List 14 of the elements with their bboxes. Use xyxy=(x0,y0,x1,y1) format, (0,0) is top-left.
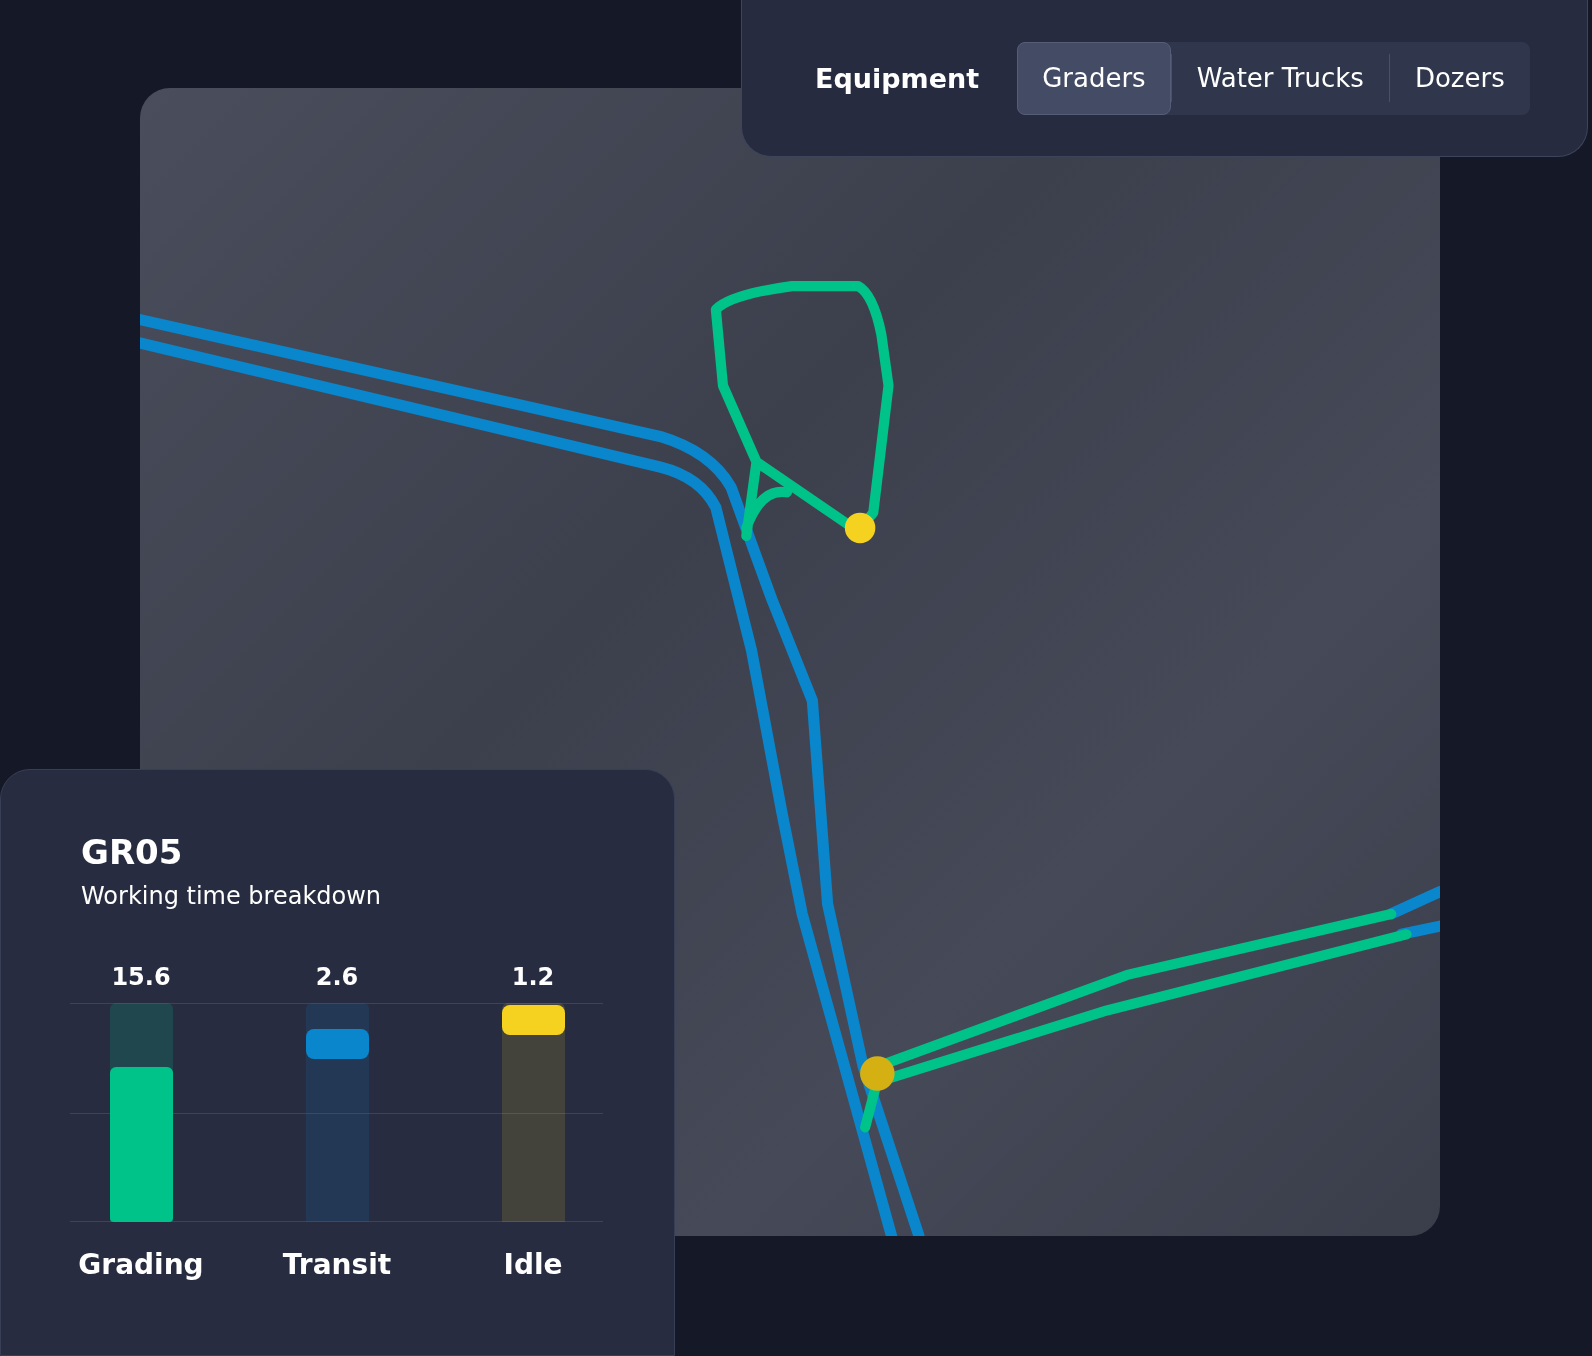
bar-label: Grading xyxy=(78,1248,204,1281)
location-marker xyxy=(860,1056,895,1091)
location-marker xyxy=(844,512,876,544)
equipment-label: Equipment xyxy=(815,62,980,94)
equipment-tab[interactable]: Graders xyxy=(1017,41,1171,115)
bar-value: 15.6 xyxy=(111,962,171,993)
card-subtitle: Working time breakdown xyxy=(81,882,383,910)
bar-value: 1.2 xyxy=(511,962,555,993)
bar-label: Idle xyxy=(503,1248,563,1281)
bar-value: 2.6 xyxy=(315,962,359,993)
equipment-id: GR05 xyxy=(81,832,184,872)
equipment-tab[interactable]: Water Trucks xyxy=(1171,41,1389,115)
equipment-tab[interactable]: Dozers xyxy=(1389,41,1530,115)
bar-label: Transit xyxy=(282,1248,392,1281)
